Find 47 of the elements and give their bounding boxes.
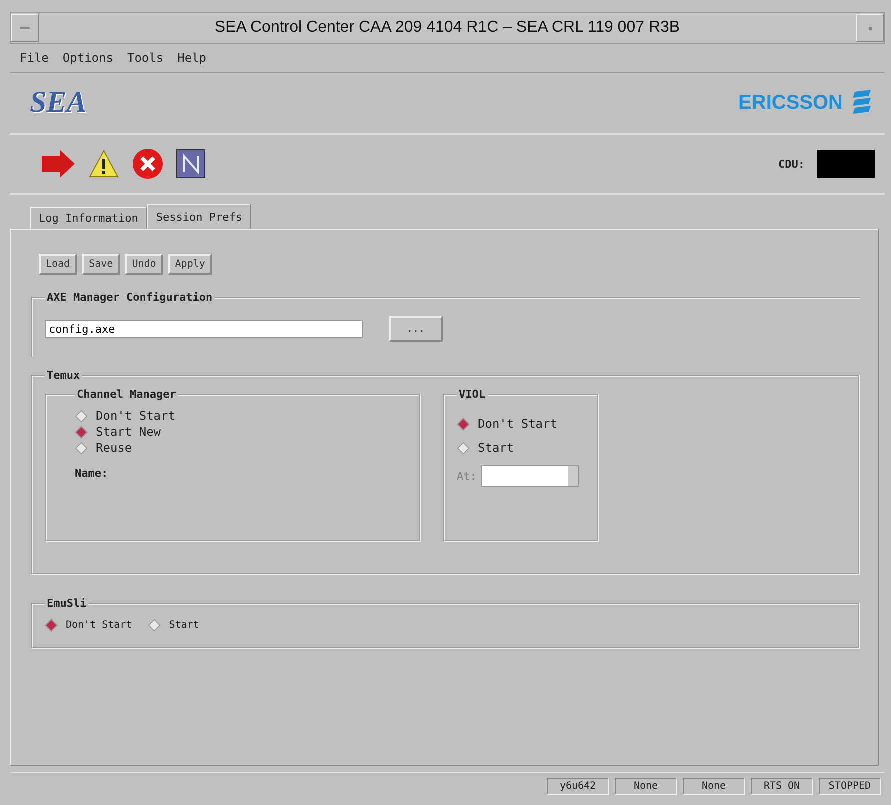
stripes-icon xyxy=(851,90,873,116)
status-field: RTS ON xyxy=(751,778,813,794)
minimize-button[interactable] xyxy=(856,14,884,42)
radio-button[interactable] xyxy=(457,418,470,430)
tab[interactable]: Session Prefs xyxy=(147,204,252,229)
status-field: y6u642 xyxy=(547,778,609,794)
group-title: EmuSli xyxy=(46,597,88,610)
radio-label: Start xyxy=(169,620,200,631)
status-field: None xyxy=(615,778,677,794)
group-title: Channel Manager xyxy=(76,388,178,401)
radio-label: Start xyxy=(478,441,514,455)
cdu-label: CDU: xyxy=(778,158,805,170)
radio-label: Start New xyxy=(96,425,162,439)
cdu-display xyxy=(817,150,875,178)
group-title: AXE Manager Configuration xyxy=(46,291,214,304)
error-icon[interactable] xyxy=(132,148,164,180)
sea-logo: SEA xyxy=(30,86,87,120)
at-combo-box[interactable] xyxy=(480,465,579,487)
menu-item[interactable]: Tools xyxy=(127,51,164,65)
arrow-icon[interactable] xyxy=(40,149,76,179)
radio-button[interactable] xyxy=(75,426,88,438)
action-button[interactable]: Undo xyxy=(125,254,164,275)
menu-item[interactable]: File xyxy=(20,51,49,65)
radio-label: Don't Start xyxy=(96,409,176,423)
window-menu-button[interactable] xyxy=(11,14,39,42)
group-title: Temux xyxy=(46,369,82,382)
window-title: SEA Control Center CAA 209 4104 R1C – SEA CRL 119 007 R3B xyxy=(214,19,682,37)
browse-button[interactable]: ... xyxy=(389,316,443,342)
status-field: None xyxy=(683,778,745,794)
radio-label: Don't Start xyxy=(478,417,558,431)
warning-icon[interactable] xyxy=(88,149,120,179)
name-label: Name: xyxy=(75,467,110,480)
ericsson-logo: ERICSSON xyxy=(738,92,843,114)
action-button[interactable]: Load xyxy=(39,254,78,275)
radio-button[interactable] xyxy=(45,619,58,632)
action-button[interactable]: Save xyxy=(82,254,120,275)
radio-label: Don't Start xyxy=(66,620,132,631)
menu-item[interactable]: Options xyxy=(62,51,114,65)
status-field: STOPPED xyxy=(819,778,881,794)
group-title: VIOL xyxy=(458,388,486,401)
action-button[interactable]: Apply xyxy=(168,254,212,275)
menu-item[interactable]: Help xyxy=(178,51,207,65)
config-file-field[interactable]: config.axe xyxy=(45,320,363,338)
at-label: At: xyxy=(457,470,477,482)
radio-label: Reuse xyxy=(96,441,132,455)
n-square-icon[interactable] xyxy=(176,149,206,179)
tab[interactable]: Log Information xyxy=(30,207,148,229)
